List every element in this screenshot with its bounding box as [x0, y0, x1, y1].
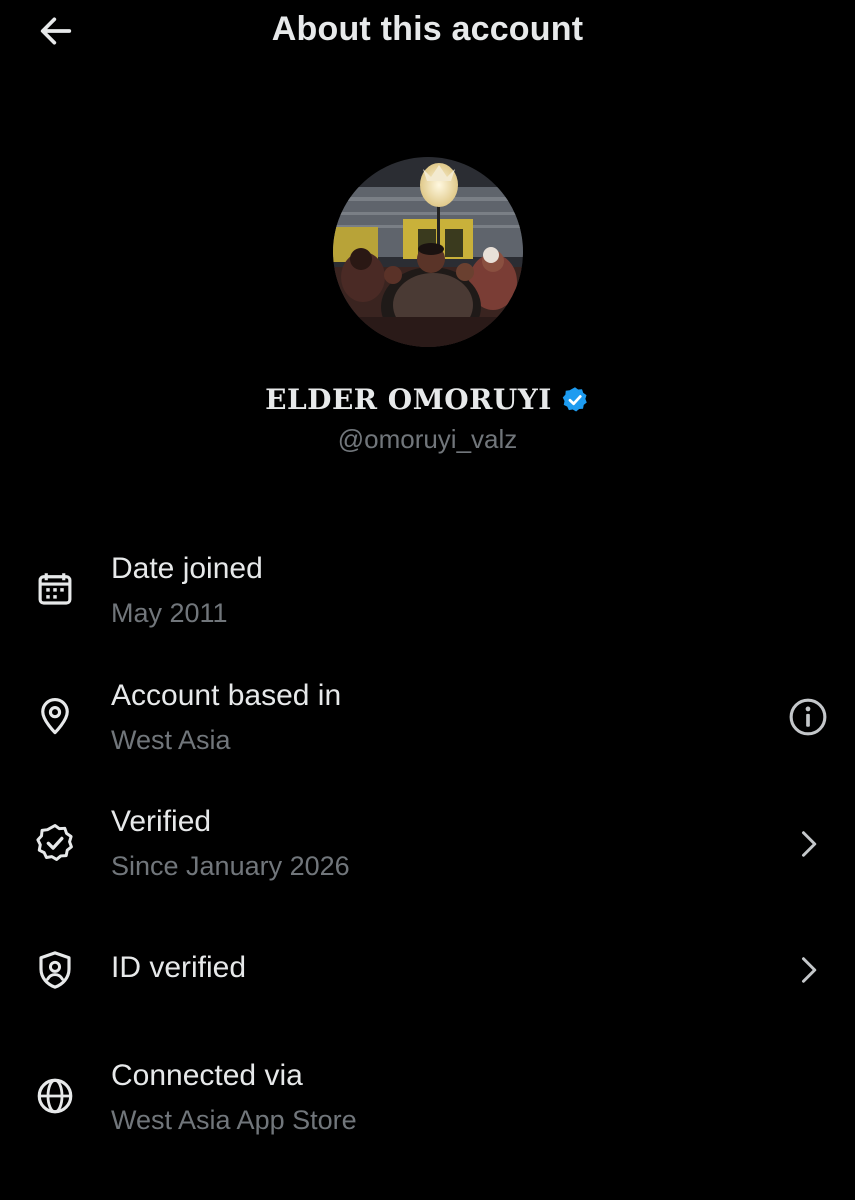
row-label: Account based in	[111, 679, 342, 712]
display-name: ELDER OMORUYI	[265, 383, 552, 416]
info-button[interactable]	[786, 695, 830, 739]
row-value: West Asia App Store	[111, 1105, 357, 1135]
row-id-verified[interactable]: ID verified	[0, 947, 855, 1047]
page-title: About this account	[271, 10, 584, 48]
row-label: ID verified	[111, 951, 247, 984]
row-label: Verified	[111, 805, 212, 838]
row-value: West Asia	[111, 725, 231, 755]
verified-badge-icon	[560, 385, 590, 415]
row-account-based-in: Account based in West Asia	[0, 675, 855, 775]
calendar-icon	[34, 568, 76, 610]
profile-name-row: ELDER OMORUYI	[0, 383, 855, 416]
chevron-right-icon[interactable]	[786, 822, 830, 866]
chevron-right-icon[interactable]	[786, 948, 830, 992]
row-verified[interactable]: Verified Since January 2026	[0, 801, 855, 901]
row-value: Since January 2026	[111, 851, 350, 881]
info-icon	[789, 698, 827, 736]
header-bar: About this account	[0, 0, 855, 64]
verified-badge-icon	[34, 822, 76, 864]
profile-handle: @omoruyi_valz	[337, 424, 518, 454]
avatar[interactable]	[333, 157, 523, 347]
row-label: Date joined	[111, 552, 263, 585]
row-connected-via: Connected via West Asia App Store	[0, 1055, 855, 1155]
row-label: Connected via	[111, 1059, 303, 1092]
id-shield-icon	[34, 949, 76, 991]
row-value: May 2011	[111, 598, 228, 628]
row-date-joined: Date joined May 2011	[0, 548, 855, 648]
location-pin-icon	[34, 695, 76, 737]
globe-icon	[34, 1075, 76, 1117]
